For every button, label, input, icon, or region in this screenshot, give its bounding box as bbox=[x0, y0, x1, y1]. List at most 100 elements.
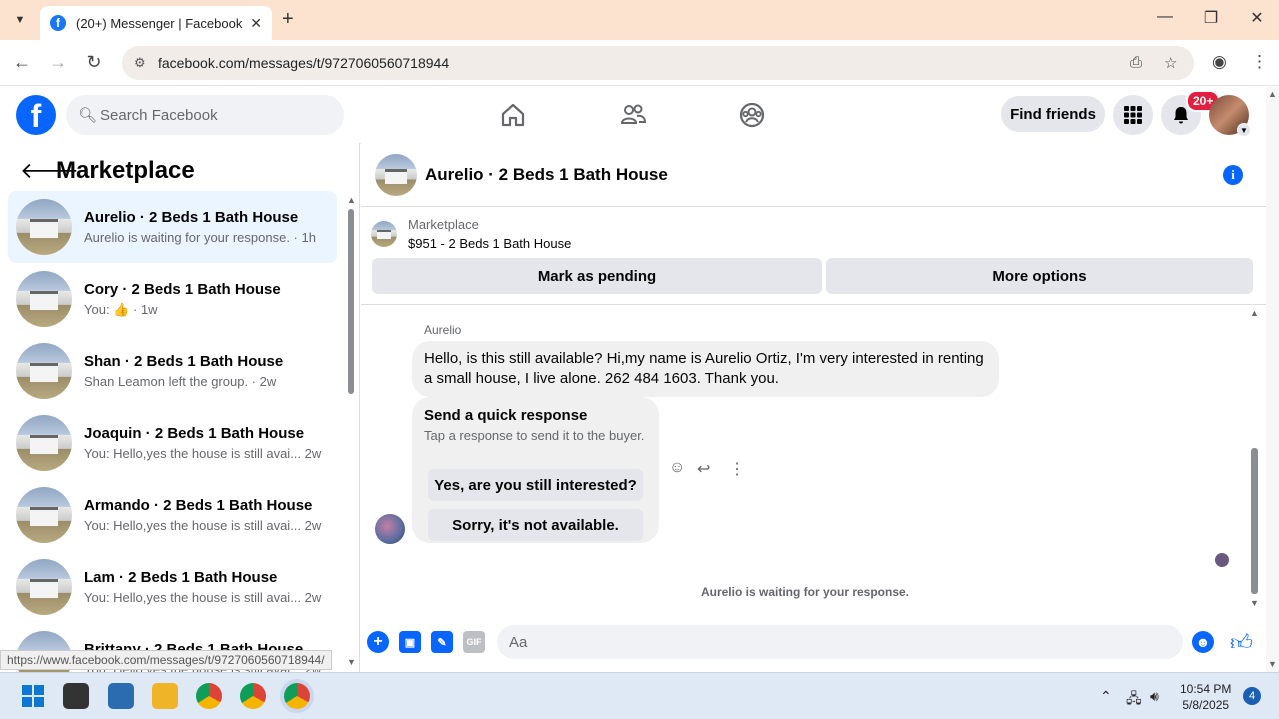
facebook-search-input[interactable]: 🔍︎ Search Facebook bbox=[66, 95, 344, 135]
friends-icon[interactable] bbox=[619, 101, 647, 129]
info-icon[interactable]: i bbox=[1223, 165, 1243, 185]
incoming-message-bubble: Hello, is this still available? Hi,my na… bbox=[412, 341, 999, 397]
page-scrollbar[interactable]: ▲ ▼ bbox=[1266, 87, 1279, 672]
conversation-list-scrollbar[interactable]: ▲ ▼ bbox=[346, 195, 356, 667]
message-sender-name: Aurelio bbox=[424, 323, 462, 337]
address-bar[interactable]: ⚙ facebook.com/messages/t/97270605607189… bbox=[122, 46, 1194, 80]
quick-response-title: Send a quick response bbox=[424, 407, 588, 424]
tab-search-dropdown[interactable]: ▼ bbox=[6, 8, 34, 32]
new-tab-button[interactable]: + bbox=[282, 8, 294, 31]
listing-label: Marketplace bbox=[408, 217, 479, 232]
conversation-preview: Aurelio is waiting for your response. · … bbox=[84, 230, 316, 245]
account-avatar[interactable]: ▼ bbox=[1209, 95, 1251, 137]
conversation-preview: You: Hello,yes the house is still avai..… bbox=[84, 446, 322, 461]
quick-response-sorry-button[interactable]: Sorry, it's not available. bbox=[428, 509, 643, 541]
listing-item-price: $951 - 2 Beds 1 Bath House bbox=[408, 236, 572, 251]
reply-icon[interactable]: ↩ bbox=[697, 459, 710, 479]
gif-icon[interactable]: GIF bbox=[463, 631, 485, 653]
conversation-item-cory[interactable]: Cory · 2 Beds 1 Bath House You: 👍 · 1w bbox=[8, 263, 337, 335]
chat-listing-thumbnail[interactable] bbox=[375, 153, 417, 196]
volume-icon[interactable]: 🔊︎ bbox=[1150, 688, 1159, 705]
search-placeholder: Search Facebook bbox=[100, 106, 218, 124]
reload-button[interactable]: ↻ bbox=[82, 52, 106, 73]
menu-grid-icon[interactable] bbox=[1113, 95, 1153, 135]
conversation-item-shan[interactable]: Shan · 2 Beds 1 Bath House Shan Leamon l… bbox=[8, 335, 337, 407]
scroll-down-arrow-icon[interactable]: ▼ bbox=[1250, 598, 1259, 608]
read-receipt-avatar bbox=[1215, 553, 1229, 567]
conversation-preview: Shan Leamon left the group. · 2w bbox=[84, 374, 277, 389]
listing-thumbnail bbox=[16, 559, 72, 615]
listing-thumbnail bbox=[16, 415, 72, 471]
browser-menu-icon[interactable]: ⋮ bbox=[1251, 52, 1268, 72]
conversation-name: Shan · 2 Beds 1 Bath House bbox=[84, 353, 284, 370]
conversation-item-joaquin[interactable]: Joaquin · 2 Beds 1 Bath House You: Hello… bbox=[8, 407, 337, 479]
close-tab-icon[interactable]: ✕ bbox=[250, 15, 262, 32]
clock-time: 10:54 PM bbox=[1180, 682, 1232, 696]
site-info-icon[interactable]: ⚙ bbox=[134, 55, 154, 71]
marketplace-header: 🡐 Marketplace bbox=[20, 157, 195, 185]
close-window-button[interactable]: ✕ bbox=[1242, 8, 1272, 28]
conversation-item-lam[interactable]: Lam · 2 Beds 1 Bath House You: Hello,yes… bbox=[8, 551, 337, 623]
scroll-up-arrow-icon[interactable]: ▲ bbox=[1250, 308, 1259, 318]
groups-icon[interactable] bbox=[738, 101, 766, 129]
show-hidden-icons-chevron-up-icon[interactable]: ⌃ bbox=[1100, 688, 1112, 705]
message-composer: + ▣ ✎ GIF Aa ☻ 👍︎ bbox=[361, 623, 1266, 663]
scrollbar-thumb[interactable] bbox=[348, 209, 354, 394]
add-plus-icon[interactable]: + bbox=[367, 631, 389, 653]
thumbs-up-send-icon[interactable]: 👍︎ bbox=[1230, 629, 1253, 656]
find-friends-button[interactable]: Find friends bbox=[1001, 96, 1105, 132]
scroll-up-arrow-icon[interactable]: ▲ bbox=[347, 195, 356, 205]
mark-as-pending-button[interactable]: Mark as pending bbox=[372, 258, 822, 294]
notepad-icon[interactable] bbox=[108, 683, 134, 709]
tab-title: (20+) Messenger | Facebook bbox=[76, 15, 243, 31]
browser-tab-messenger[interactable]: f (20+) Messenger | Facebook ✕ bbox=[40, 6, 272, 40]
listing-thumbnail bbox=[16, 199, 72, 255]
listing-small-thumbnail bbox=[371, 221, 397, 247]
windows-taskbar: ⌃ 🖧 🔊︎ 10:54 PM 5/8/2025 4 bbox=[0, 672, 1279, 719]
windows-start-icon[interactable] bbox=[20, 683, 46, 709]
emoji-picker-icon[interactable]: ☻ bbox=[1192, 631, 1214, 653]
chrome-active-icon[interactable] bbox=[284, 683, 310, 709]
task-view-icon[interactable] bbox=[63, 683, 89, 709]
more-options-button[interactable]: More options bbox=[826, 258, 1253, 294]
sender-avatar[interactable] bbox=[375, 514, 405, 544]
url-text: facebook.com/messages/t/9727060560718944 bbox=[158, 55, 450, 71]
install-app-icon[interactable]: ⎙ bbox=[1130, 54, 1142, 71]
back-arrow-icon[interactable]: 🡐 bbox=[20, 158, 79, 184]
scroll-down-arrow-icon[interactable]: ▼ bbox=[347, 657, 356, 667]
conversation-preview: You: Hello,yes the house is still avai..… bbox=[84, 518, 322, 533]
conversation-item-armando[interactable]: Armando · 2 Beds 1 Bath House You: Hello… bbox=[8, 479, 337, 551]
listing-summary[interactable]: Marketplace $951 - 2 Beds 1 Bath House bbox=[371, 217, 571, 251]
chrome-profile-icon[interactable] bbox=[240, 683, 266, 709]
scroll-down-arrow-icon[interactable]: ▼ bbox=[1268, 659, 1277, 669]
network-icon[interactable]: 🖧 bbox=[1126, 688, 1142, 712]
quick-response-yes-button[interactable]: Yes, are you still interested? bbox=[428, 469, 643, 501]
message-input[interactable]: Aa bbox=[497, 625, 1183, 659]
restore-window-button[interactable]: ❐ bbox=[1196, 8, 1226, 28]
file-explorer-icon[interactable] bbox=[152, 683, 178, 709]
notification-center-badge[interactable]: 4 bbox=[1243, 687, 1261, 705]
minimize-window-button[interactable]: — bbox=[1150, 8, 1180, 26]
back-button[interactable]: ← bbox=[10, 52, 34, 73]
react-emoji-icon[interactable]: ☺ bbox=[669, 459, 685, 477]
more-actions-icon[interactable]: ⋮ bbox=[729, 459, 745, 479]
divider bbox=[361, 304, 1266, 305]
chrome-icon[interactable] bbox=[196, 683, 222, 709]
facebook-logo-icon[interactable]: f bbox=[16, 95, 56, 135]
conversation-name: Cory · 2 Beds 1 Bath House bbox=[84, 280, 281, 298]
chat-scrollbar[interactable]: ▲ ▼ bbox=[1249, 308, 1261, 608]
home-icon[interactable] bbox=[499, 101, 527, 129]
quick-response-subtitle: Tap a response to send it to the buyer. bbox=[424, 428, 645, 443]
listing-thumbnail bbox=[16, 343, 72, 399]
profile-icon[interactable]: ◉ bbox=[1212, 52, 1227, 72]
scrollbar-thumb[interactable] bbox=[1251, 448, 1258, 594]
clock-date: 5/8/2025 bbox=[1182, 698, 1230, 712]
chat-title[interactable]: Aurelio · 2 Beds 1 Bath House bbox=[425, 165, 668, 185]
conversation-item-aurelio[interactable]: Aurelio · 2 Beds 1 Bath House Aurelio is… bbox=[8, 191, 337, 263]
photo-attach-icon[interactable]: ▣ bbox=[399, 631, 421, 653]
system-clock[interactable]: 10:54 PM 5/8/2025 bbox=[1180, 681, 1231, 713]
forward-button[interactable]: → bbox=[46, 52, 70, 73]
sticker-icon[interactable]: ✎ bbox=[431, 631, 453, 653]
bookmark-star-icon[interactable]: ☆ bbox=[1164, 54, 1177, 72]
scroll-up-arrow-icon[interactable]: ▲ bbox=[1268, 89, 1277, 99]
